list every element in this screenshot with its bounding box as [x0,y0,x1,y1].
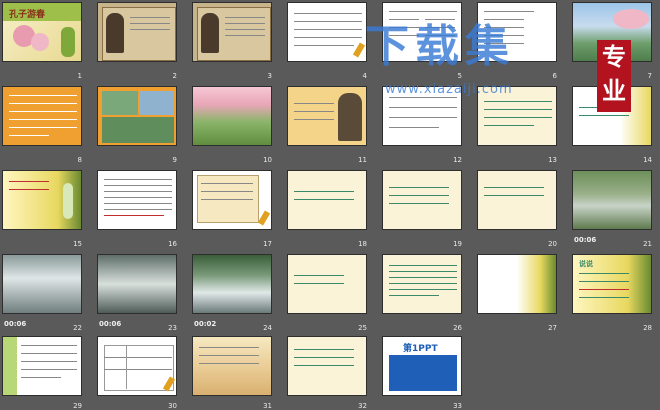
slide-thumbnail[interactable] [477,86,557,146]
slide-thumbnail[interactable] [97,254,177,314]
slide-thumbnail[interactable]: 孔子游春 [2,2,82,62]
slide-thumbnail[interactable] [192,2,272,62]
slide-thumbnail[interactable] [192,170,272,230]
slide-thumbnail[interactable] [97,2,177,62]
slide-thumbnail[interactable]: 说说 [572,254,652,314]
slide-thumbnail[interactable] [97,170,177,230]
slide-thumbnail[interactable] [382,2,462,62]
slide-thumbnail[interactable] [572,170,652,230]
slide-number: 16 [168,240,177,248]
slide-number: 12 [453,156,462,164]
slide-thumbnail[interactable] [572,2,652,62]
slide-timing: 00:06 [4,320,27,328]
slide-number: 7 [647,72,652,80]
slide-number: 18 [358,240,367,248]
slide-number: 11 [358,156,367,164]
slide-number: 2 [172,72,177,80]
slide-title: 说说 [579,260,593,268]
slide-title: 孔子游春 [9,10,46,20]
slide-thumbnail[interactable] [287,170,367,230]
slide-thumbnail[interactable] [192,336,272,396]
slide-thumbnail[interactable] [382,170,462,230]
slide-number: 27 [548,324,557,332]
slide-number: 8 [77,156,82,164]
slide-number: 25 [358,324,367,332]
slide-thumbnail[interactable] [2,336,82,396]
slide-number: 33 [453,402,462,410]
slide-thumbnail[interactable] [192,86,272,146]
slide-title: 第1PPT [403,344,438,354]
slide-thumbnail[interactable] [287,86,367,146]
slide-number: 1 [77,72,82,80]
slide-thumbnail[interactable] [97,336,177,396]
slide-thumbnail[interactable] [192,254,272,314]
slide-thumbnail[interactable] [287,2,367,62]
slide-number: 10 [263,156,272,164]
slide-thumbnail[interactable] [287,254,367,314]
slide-number: 15 [73,240,82,248]
slide-number: 30 [168,402,177,410]
slide-thumbnail[interactable] [477,2,557,62]
slide-number: 28 [643,324,652,332]
slide-thumbnail[interactable] [287,336,367,396]
slide-thumbnail[interactable] [572,86,652,146]
slide-number: 4 [362,72,367,80]
slide-timing: 00:06 [99,320,122,328]
slide-number: 32 [358,402,367,410]
slide-number: 14 [643,156,652,164]
slide-thumbnail[interactable] [382,254,462,314]
slide-number: 22 [73,324,82,332]
slide-number: 9 [172,156,177,164]
slide-thumbnail[interactable] [382,86,462,146]
slide-number: 23 [168,324,177,332]
slide-thumbnail[interactable] [2,254,82,314]
slide-timing: 00:06 [574,236,597,244]
slide-number: 13 [548,156,557,164]
slide-thumbnail[interactable] [97,86,177,146]
slide-thumbnail[interactable] [2,86,82,146]
slide-number: 20 [548,240,557,248]
slide-number: 31 [263,402,272,410]
slide-timing: 00:02 [194,320,217,328]
slide-number: 21 [643,240,652,248]
slide-number: 6 [552,72,557,80]
slide-number: 26 [453,324,462,332]
slide-number: 3 [267,72,272,80]
slide-thumbnail[interactable]: 第1PPT [382,336,462,396]
slide-thumbnail[interactable] [477,254,557,314]
slide-number: 19 [453,240,462,248]
slide-number: 5 [457,72,462,80]
slide-sorter-grid: 孔子游春 1 2 3 4 5 6 7 8 9 10 11 12 13 14 15… [0,0,660,410]
slide-number: 17 [263,240,272,248]
slide-thumbnail[interactable] [2,170,82,230]
slide-number: 24 [263,324,272,332]
slide-thumbnail[interactable] [477,170,557,230]
slide-number: 29 [73,402,82,410]
